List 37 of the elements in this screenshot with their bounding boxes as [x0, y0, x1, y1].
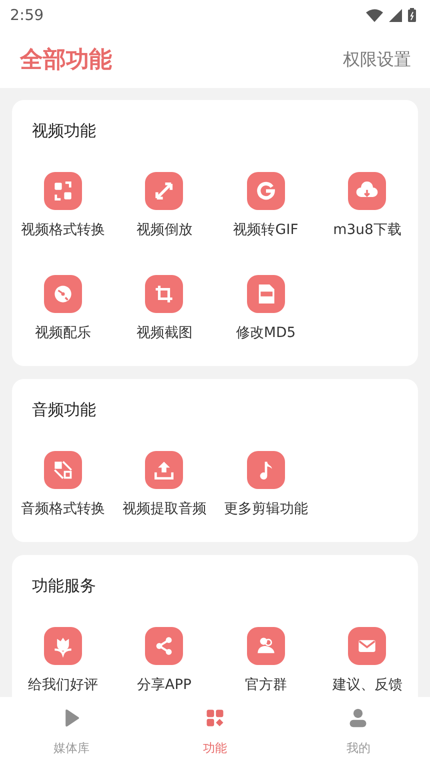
section-title: 视频功能 [32, 120, 97, 142]
music-note-icon [246, 451, 285, 489]
squares-icon [44, 172, 82, 210]
page-title: 全部功能 [20, 46, 112, 74]
permissions-link[interactable]: 权限设置 [343, 48, 411, 70]
flower-icon [44, 627, 82, 665]
grid-icon [204, 707, 226, 729]
feature-button[interactable]: 建议、反馈 [316, 627, 418, 695]
feature-button[interactable]: 视频格式转换 [12, 172, 114, 240]
feature-button[interactable]: 视频配乐 [12, 275, 114, 343]
feature-button[interactable]: 分享APP [114, 627, 215, 695]
crop-icon [145, 275, 184, 313]
feature-button[interactable]: 视频倒放 [114, 172, 215, 240]
feature-button[interactable]: 修改MD5 [215, 275, 316, 343]
share-icon [145, 627, 184, 665]
feature-button[interactable]: 给我们好评 [12, 627, 114, 695]
status-time: 2:59 [10, 6, 44, 24]
g-icon [246, 172, 285, 210]
battery-icon [408, 8, 416, 22]
signal-icon [389, 8, 402, 22]
arrows-icon [145, 172, 184, 210]
cloud-download-icon [348, 172, 386, 210]
feature-button[interactable]: 视频转GIF [215, 172, 316, 240]
group-icon [246, 627, 285, 665]
wifi-icon [366, 8, 383, 22]
feature-button[interactable]: 官方群 [215, 627, 316, 695]
section-title: 音频功能 [32, 399, 97, 421]
file-icon [246, 275, 285, 313]
feature-button[interactable]: 视频截图 [114, 275, 215, 343]
mail-icon [348, 627, 386, 665]
feature-button[interactable]: 视频提取音频 [114, 451, 215, 519]
feature-button[interactable]: 音频格式转换 [12, 451, 114, 519]
shapes-icon [44, 451, 82, 489]
section-title: 功能服务 [32, 575, 97, 597]
feature-button[interactable]: 更多剪辑功能 [215, 451, 316, 519]
feature-button[interactable]: m3u8下载 [316, 172, 418, 240]
upload-icon [145, 451, 184, 489]
